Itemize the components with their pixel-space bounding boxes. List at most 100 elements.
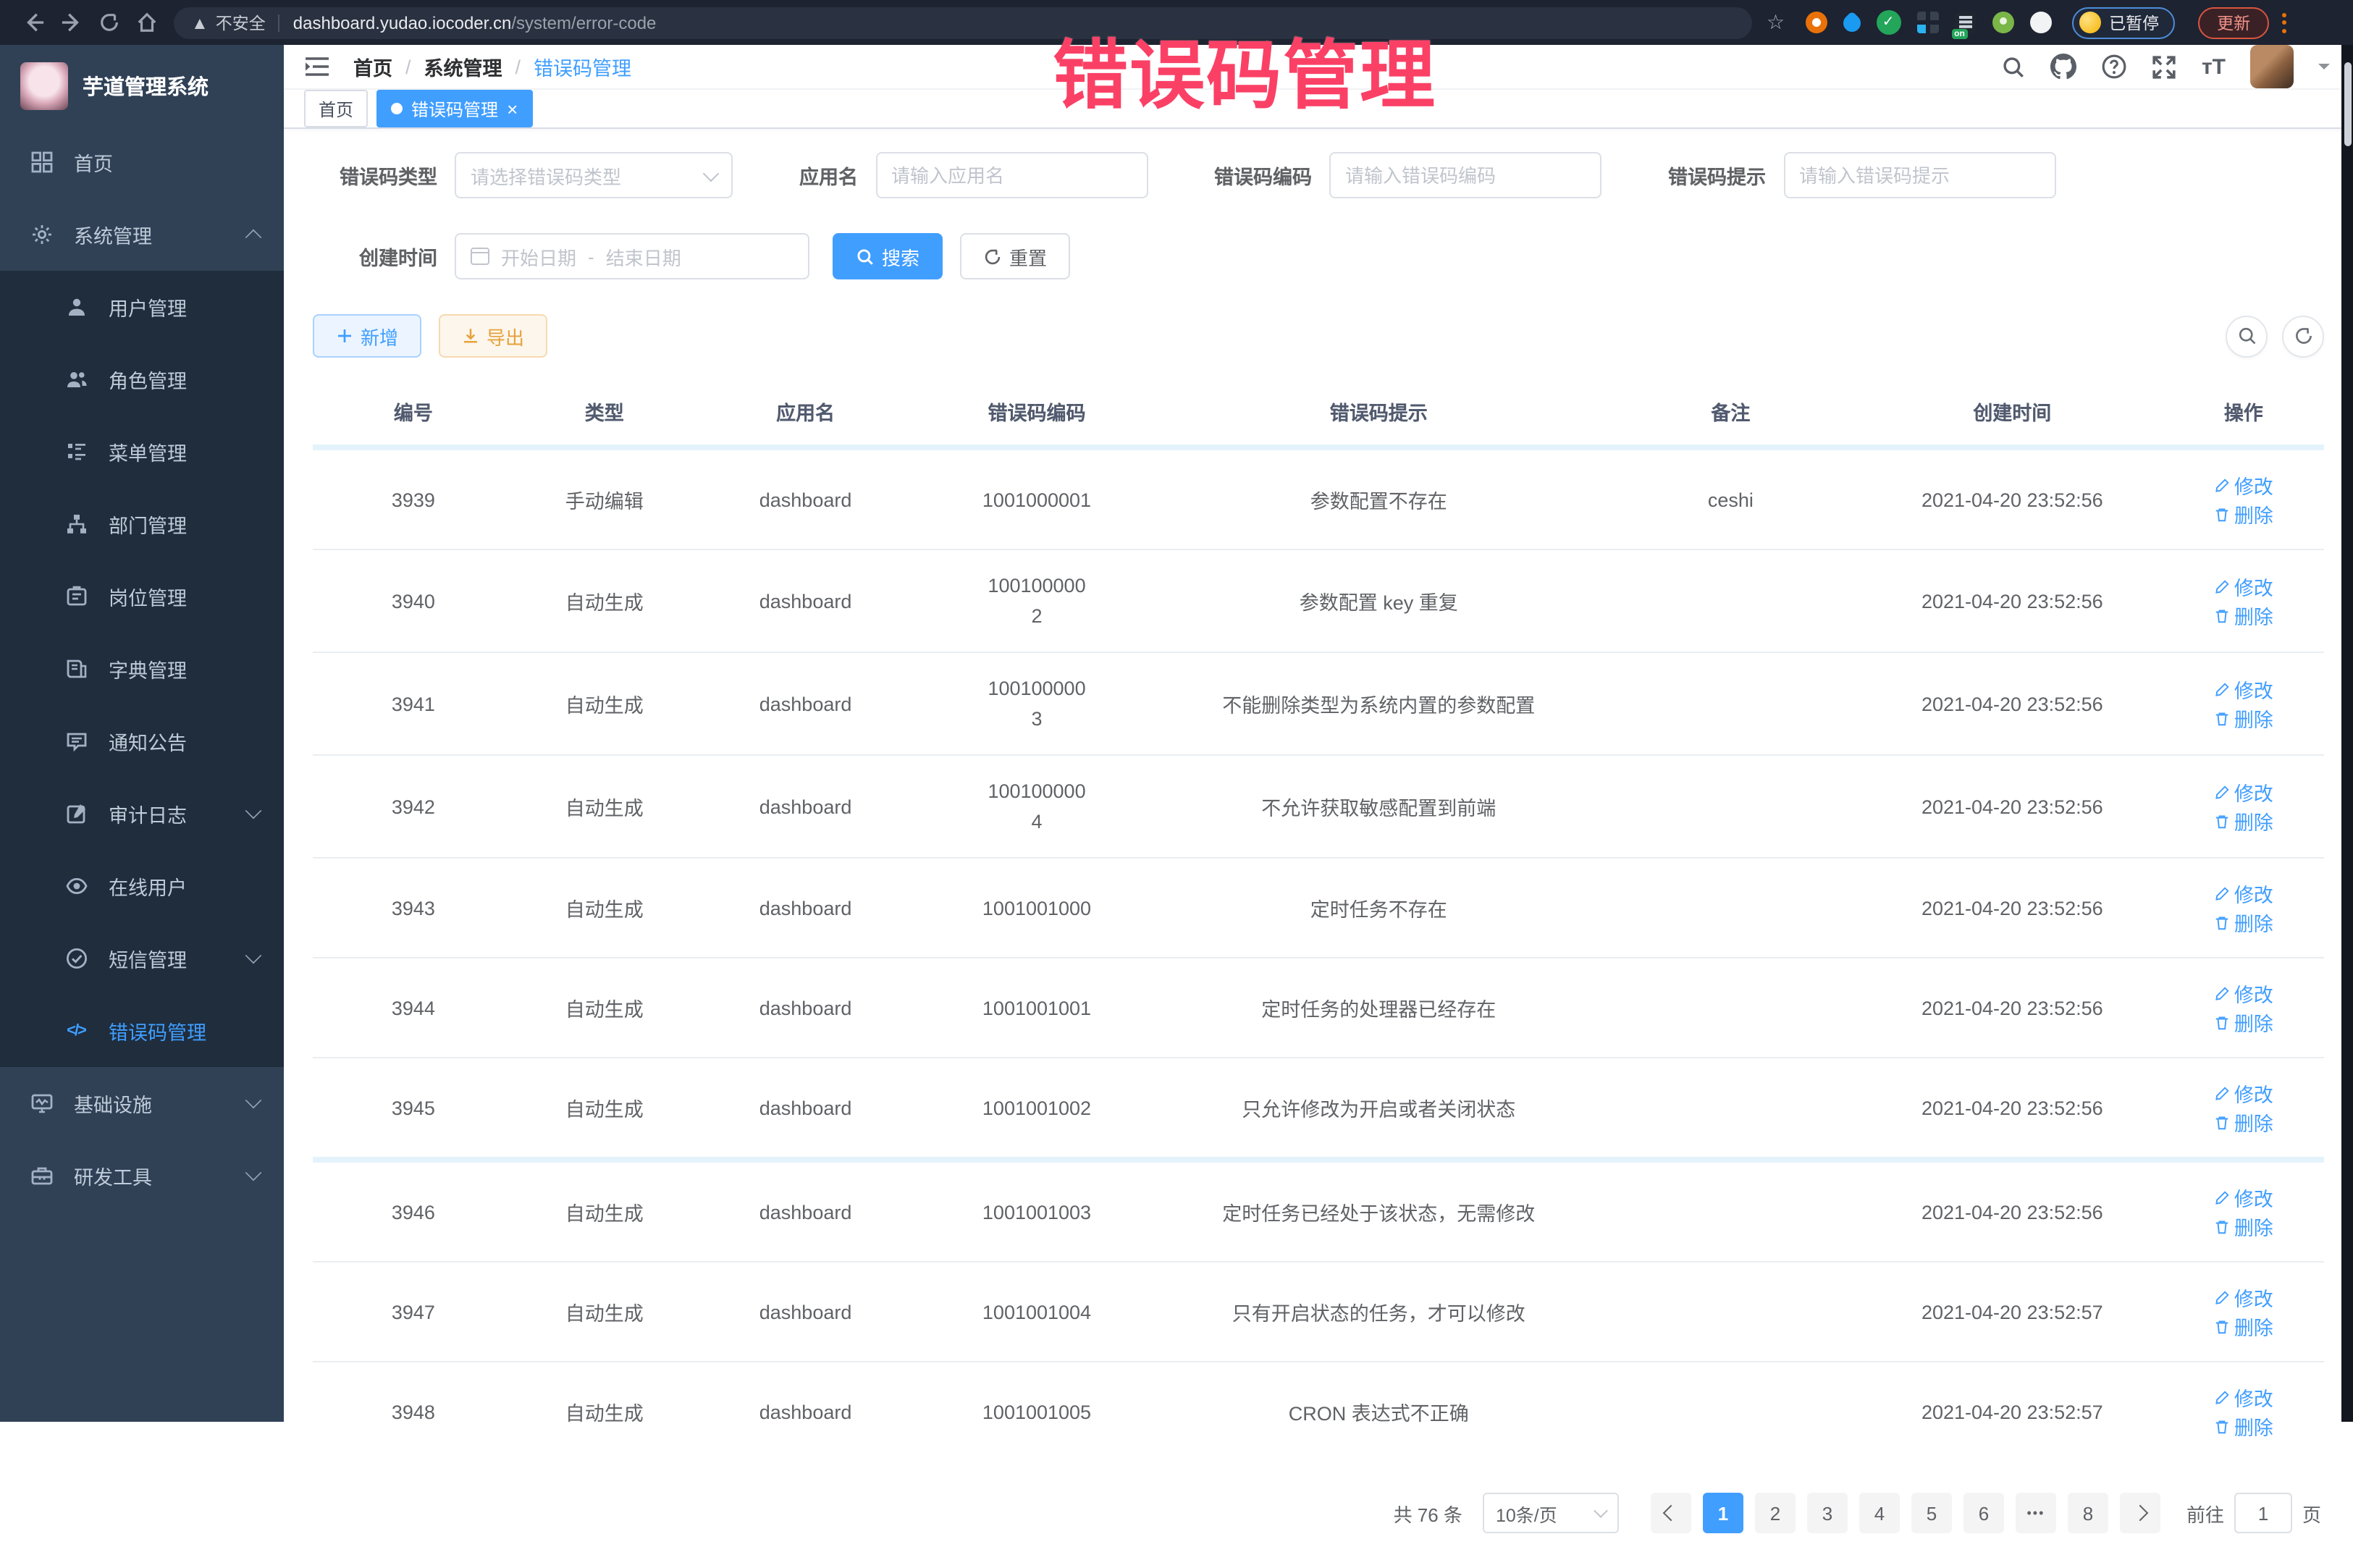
next-page-button[interactable] — [2120, 1493, 2160, 1533]
home-icon[interactable] — [127, 7, 165, 38]
page-button-5[interactable]: 5 — [1911, 1493, 1952, 1533]
extension-icon-grid[interactable] — [1916, 12, 1938, 33]
edit-link[interactable]: 修改 — [2214, 1183, 2273, 1212]
window-scrollbar[interactable] — [2341, 45, 2353, 1422]
sidebar-item-online-users[interactable]: 在线用户 — [0, 850, 284, 922]
edit-link[interactable]: 修改 — [2214, 471, 2273, 500]
toggle-search-icon[interactable] — [2226, 315, 2268, 357]
sidebar-item-posts[interactable]: 岗位管理 — [0, 560, 284, 633]
extension-icon-green-check[interactable]: ✓ — [1876, 10, 1900, 35]
table-row[interactable]: 3946自动生成dashboard 1001001003定时任务已经处于该状态，… — [313, 1160, 2324, 1262]
extension-icon-list[interactable]: on — [1954, 12, 1976, 33]
extension-icon-blue-drop[interactable] — [1839, 10, 1864, 35]
page-button-6[interactable]: 6 — [1963, 1493, 2004, 1533]
close-icon[interactable] — [507, 98, 518, 119]
breadcrumb-system[interactable]: 系统管理 — [424, 52, 502, 81]
delete-link[interactable]: 删除 — [2214, 1312, 2273, 1341]
font-size-icon[interactable]: ᴛT — [2202, 54, 2226, 79]
date-range-picker[interactable]: 开始日期 - 结束日期 — [455, 233, 809, 279]
refresh-icon[interactable] — [2282, 315, 2324, 357]
sidebar-item-dev-tools[interactable]: 研发工具 — [0, 1139, 284, 1212]
table-row[interactable]: 3945自动生成dashboard 1001001002只允许修改为开启或者关闭… — [313, 1058, 2324, 1160]
edit-link[interactable]: 修改 — [2214, 1283, 2273, 1312]
scrollbar-thumb[interactable] — [2344, 62, 2351, 146]
page-ellipsis-button[interactable]: ••• — [2016, 1493, 2056, 1533]
error-message-input[interactable] — [1799, 164, 2040, 186]
search-icon[interactable] — [2002, 54, 2026, 79]
table-row[interactable]: 3940自动生成dashboard 100100000 2参数配置 key 重复… — [313, 549, 2324, 652]
delete-link[interactable]: 删除 — [2214, 500, 2273, 528]
reset-button[interactable]: 重置 — [960, 233, 1070, 279]
app-name-input[interactable] — [891, 164, 1132, 186]
sidebar-item-users[interactable]: 用户管理 — [0, 271, 284, 343]
sidebar-item-infrastructure[interactable]: 基础设施 — [0, 1067, 284, 1139]
table-row[interactable]: 3941自动生成dashboard 100100000 3不能删除类型为系统内置… — [313, 652, 2324, 755]
breadcrumb-home[interactable]: 首页 — [353, 52, 392, 81]
delete-link[interactable]: 删除 — [2214, 1412, 2273, 1441]
sidebar-item-sms[interactable]: 短信管理 — [0, 922, 284, 995]
profile-paused-chip[interactable]: 已暂停 — [2071, 7, 2175, 38]
security-warning-icon[interactable]: ▲ — [191, 12, 209, 33]
address-bar[interactable]: ▲ 不安全 dashboard.yudao.iocoder.cn/system/… — [174, 7, 1752, 38]
tab-home[interactable]: 首页 — [304, 90, 368, 127]
edit-link[interactable]: 修改 — [2214, 979, 2273, 1008]
tab-error-code[interactable]: 错误码管理 — [376, 90, 532, 127]
goto-page-input[interactable] — [2234, 1493, 2292, 1533]
table-row[interactable]: 3947自动生成dashboard 1001001004只有开启状态的任务，才可… — [313, 1262, 2324, 1362]
page-button-4[interactable]: 4 — [1859, 1493, 1900, 1533]
sidebar-item-menus[interactable]: 菜单管理 — [0, 416, 284, 488]
table-row[interactable]: 3943自动生成dashboard 1001001000定时任务不存在 2021… — [313, 858, 2324, 958]
page-button-2[interactable]: 2 — [1755, 1493, 1796, 1533]
extension-icon-puppet[interactable] — [2029, 12, 2051, 33]
page-button-1[interactable]: 1 — [1703, 1493, 1743, 1533]
edit-link[interactable]: 修改 — [2214, 1383, 2273, 1412]
sidebar-item-system[interactable]: 系统管理 — [0, 198, 284, 271]
edit-link[interactable]: 修改 — [2214, 879, 2273, 908]
delete-link[interactable]: 删除 — [2214, 1108, 2273, 1137]
delete-link[interactable]: 删除 — [2214, 806, 2273, 835]
avatar-caret-icon[interactable] — [2318, 64, 2330, 75]
page-button-3[interactable]: 3 — [1807, 1493, 1848, 1533]
sidebar-item-announcements[interactable]: 通知公告 — [0, 705, 284, 777]
browser-update-button[interactable]: 更新 — [2198, 7, 2269, 38]
page-button-8[interactable]: 8 — [2068, 1493, 2108, 1533]
error-type-select[interactable]: 请选择错误码类型 — [455, 152, 733, 198]
prev-page-button[interactable] — [1651, 1493, 1691, 1533]
search-button[interactable]: 搜索 — [833, 233, 943, 279]
error-code-input[interactable] — [1345, 164, 1586, 186]
edit-link[interactable]: 修改 — [2214, 675, 2273, 704]
forward-icon[interactable] — [52, 7, 90, 38]
extension-icon-orange[interactable] — [1805, 12, 1827, 33]
delete-link[interactable]: 删除 — [2214, 908, 2273, 937]
page-size-select[interactable]: 10条/页 — [1483, 1493, 1619, 1533]
help-icon[interactable] — [2102, 54, 2128, 80]
table-row[interactable]: 3939手动编辑dashboard 1001000001参数配置不存在ceshi… — [313, 447, 2324, 549]
table-row[interactable]: 3944自动生成dashboard 1001001001定时任务的处理器已经存在… — [313, 958, 2324, 1058]
delete-link[interactable]: 删除 — [2214, 704, 2273, 733]
sidebar-item-roles[interactable]: 角色管理 — [0, 343, 284, 416]
bookmark-star-icon[interactable]: ☆ — [1767, 10, 1785, 35]
extension-icon-key[interactable] — [1992, 12, 2013, 33]
sidebar-item-home[interactable]: 首页 — [0, 126, 284, 198]
sidebar-item-dictionary[interactable]: 字典管理 — [0, 633, 284, 705]
edit-link[interactable]: 修改 — [2214, 777, 2273, 806]
export-button[interactable]: 导出 — [439, 314, 547, 358]
fullscreen-icon[interactable] — [2152, 54, 2177, 79]
table-row[interactable]: 3942自动生成dashboard 100100000 4不允许获取敏感配置到前… — [313, 755, 2324, 858]
sidebar-item-audit-log[interactable]: 审计日志 — [0, 777, 284, 850]
edit-link[interactable]: 修改 — [2214, 572, 2273, 601]
github-icon[interactable] — [2051, 54, 2077, 80]
user-avatar[interactable] — [2250, 45, 2294, 88]
reload-icon[interactable] — [90, 7, 127, 38]
delete-link[interactable]: 删除 — [2214, 1008, 2273, 1037]
delete-link[interactable]: 删除 — [2214, 601, 2273, 630]
table-row[interactable]: 3948自动生成dashboard 1001001005CRON 表达式不正确 … — [313, 1362, 2324, 1461]
sidebar-item-departments[interactable]: 部门管理 — [0, 488, 284, 560]
back-icon[interactable] — [14, 7, 52, 38]
delete-link[interactable]: 删除 — [2214, 1212, 2273, 1241]
add-button[interactable]: 新增 — [313, 314, 421, 358]
sidebar-fold-icon[interactable] — [304, 55, 330, 78]
sidebar-item-error-code[interactable]: </> 错误码管理 — [0, 995, 284, 1067]
browser-menu-icon[interactable] — [2282, 12, 2288, 33]
edit-link[interactable]: 修改 — [2214, 1079, 2273, 1108]
